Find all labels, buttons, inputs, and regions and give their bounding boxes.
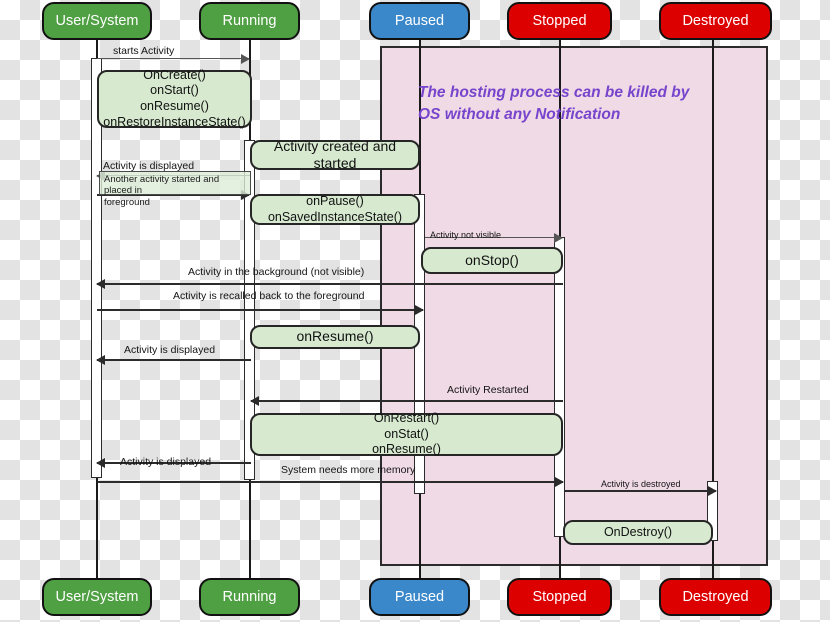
message-label-restarted: Activity Restarted [447, 384, 529, 396]
actor-bottom-destroyed[interactable]: Destroyed [659, 578, 772, 616]
note-another-activity-foreground: Another activity started and placed in f… [99, 171, 251, 208]
message-arrow-starts-activity [97, 53, 250, 64]
arrowhead-right-icon [241, 53, 250, 64]
message-label-destroyed: Activity is destroyed [601, 479, 681, 489]
actor-bottom-paused[interactable]: Paused [369, 578, 470, 616]
activation-stopped [554, 237, 565, 537]
callout-activity-created-started: Activity created and started [250, 138, 420, 171]
kill-region-note: The hosting process can be killed by OS … [418, 84, 690, 124]
message-arrow-displayed-2 [96, 354, 251, 365]
message-label-displayed-2: Activity is displayed [124, 344, 216, 356]
actor-bottom-user-system[interactable]: User/System [42, 578, 152, 616]
message-arrow-destroyed [565, 485, 717, 496]
callout-ondestroy: OnDestroy() [563, 520, 713, 545]
actor-top-destroyed[interactable]: Destroyed [659, 2, 772, 40]
sequence-diagram-canvas: The hosting process can be killed by OS … [0, 0, 830, 622]
message-label-background: Activity in the background (not visible) [188, 266, 365, 278]
message-arrow-more-memory [97, 476, 564, 487]
message-label-displayed-3: Activity is displayed [120, 456, 212, 468]
arrowhead-left-icon [96, 457, 105, 468]
message-arrow-restarted [250, 395, 563, 406]
callout-onstop: onStop() [421, 247, 563, 274]
arrowhead-left-icon [96, 278, 105, 289]
message-arrow-background [96, 278, 563, 289]
actor-bottom-stopped[interactable]: Stopped [507, 578, 612, 616]
actor-top-running[interactable]: Running [199, 2, 300, 40]
arrowhead-right-icon [554, 232, 563, 243]
callout-oncreate: OnCreate() onStart() onResume() onRestor… [97, 68, 252, 129]
callout-onresume: onResume() [250, 325, 420, 349]
callout-onrestart: OnRestart() onStat() onResume() [250, 411, 563, 456]
message-label-starts-activity: starts Activity [113, 45, 175, 57]
actor-bottom-running[interactable]: Running [199, 578, 300, 616]
actor-top-stopped[interactable]: Stopped [507, 2, 612, 40]
arrowhead-left-icon [96, 354, 105, 365]
callout-onpause: onPause() onSavedInstanceState() [250, 194, 420, 225]
message-arrow-recalled [97, 304, 424, 315]
message-label-recalled: Activity is recalled back to the foregro… [173, 290, 365, 302]
actor-top-paused[interactable]: Paused [369, 2, 470, 40]
arrowhead-right-icon [415, 304, 424, 315]
arrowhead-left-icon [250, 395, 259, 406]
message-label-more-memory: System needs more memory [281, 464, 416, 476]
arrowhead-right-icon [708, 485, 717, 496]
arrowhead-right-icon [555, 476, 564, 487]
actor-top-user-system[interactable]: User/System [42, 2, 152, 40]
message-label-not-visible: Activity not visible [430, 230, 502, 240]
